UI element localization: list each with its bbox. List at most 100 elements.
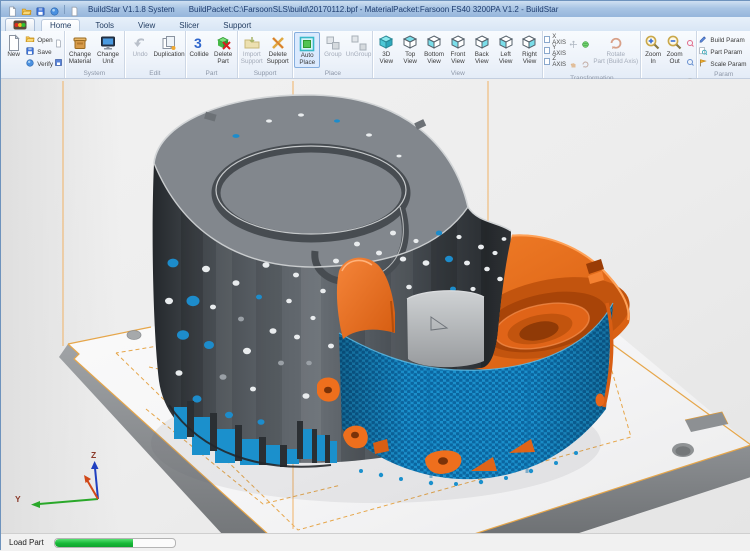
save-icon[interactable] [35, 4, 46, 15]
verify-icon [25, 55, 35, 73]
ribbon-tab-row: Home Tools View Slicer Support [1, 17, 750, 31]
button-label: 3D View [380, 52, 394, 66]
ribbon-group-place: Auto Place Group UnGroup Place [293, 31, 373, 78]
checkbox-box[interactable] [544, 47, 550, 54]
button-label: Duplication [154, 52, 185, 59]
duplication-button[interactable]: Duplication [155, 32, 184, 59]
quick-access-toolbar [1, 4, 80, 15]
sphere-icon[interactable] [581, 36, 591, 54]
import-support-icon [243, 33, 261, 52]
mini-save-icon[interactable] [54, 54, 63, 72]
front-view-button[interactable]: Front View [446, 32, 470, 66]
button-label: New [7, 52, 20, 59]
unit-icon [99, 33, 117, 52]
ribbon-group-support: Import SupportDelete Support Support [238, 31, 294, 78]
button-label: Change Material [69, 52, 91, 66]
checkbox-z-axis[interactable]: Z AXIS [544, 57, 567, 66]
zoom-in-button[interactable]: Zoom In [642, 32, 664, 66]
application-window: BuildStar V1.1.8 System BuildPacket:C:\Fa… [0, 0, 750, 550]
status-label: Load Part [9, 538, 44, 547]
undo-button[interactable]: Undo [126, 32, 155, 59]
open-folder-icon[interactable] [21, 4, 32, 15]
import-support-button[interactable]: Import Support [239, 32, 265, 66]
viewport-3d[interactable]: Z Y [1, 79, 750, 533]
rotate-part-build-axis--button[interactable]: Rotate Part (Build Axis) [592, 32, 639, 66]
left-view-button[interactable]: Left View [494, 32, 518, 66]
group-label-support: Support [239, 69, 292, 78]
application-menu-button[interactable] [5, 18, 35, 31]
group-label-view: View [374, 69, 541, 78]
new-icon [5, 33, 23, 52]
change-material-button[interactable]: Change Material [66, 32, 94, 66]
button-label: Left View [499, 52, 513, 66]
bottom-view-button[interactable]: Bottom View [422, 32, 446, 66]
delete-part-button[interactable]: Delete Part [211, 32, 235, 66]
zoom-fit-icon[interactable] [686, 54, 695, 72]
rotate-icon[interactable] [581, 56, 591, 74]
tab-slicer[interactable]: Slicer [170, 19, 208, 31]
verify-button[interactable]: Verify [25, 58, 53, 70]
right-view-button[interactable]: Right View [518, 32, 542, 66]
about-icon[interactable] [49, 4, 60, 15]
mini-new-icon[interactable] [54, 35, 63, 53]
button-label: Auto Place [299, 53, 315, 67]
auto-place-button[interactable]: Auto Place [294, 32, 320, 68]
group-label-part: Part [187, 69, 236, 78]
button-label: Zoom In [645, 52, 661, 66]
delete-support-icon [269, 33, 287, 52]
tab-tools[interactable]: Tools [86, 19, 123, 31]
duplication-icon [160, 33, 178, 52]
new-document-icon[interactable] [7, 4, 18, 15]
group-label-place: Place [294, 69, 371, 78]
collide-icon: 3 [190, 33, 208, 52]
traffic-light-icon [13, 20, 27, 30]
ungroup-button[interactable]: UnGroup [346, 32, 372, 59]
undo-icon [131, 33, 149, 52]
ribbon-toolbar: NewOpenSaveVerifyFileChange MaterialChan… [1, 31, 750, 79]
new-button[interactable]: New [2, 32, 25, 59]
checkbox-box[interactable] [544, 36, 550, 43]
button-label: Change Unit [97, 52, 119, 66]
button-label: Top View [403, 52, 417, 66]
title-bar: BuildStar V1.1.8 System BuildPacket:C:\Fa… [1, 1, 750, 17]
checkbox-box[interactable] [544, 58, 550, 65]
material-icon [71, 33, 89, 52]
zoom-out-button[interactable]: Zoom Out [664, 32, 686, 66]
button-label: Collide [190, 52, 209, 59]
group-icon [324, 33, 342, 52]
cube-3d-icon [377, 33, 395, 52]
hand-icon[interactable] [569, 56, 579, 74]
back-view-button[interactable]: Back View [470, 32, 494, 66]
checkbox-x-axis[interactable]: X AXIS [544, 35, 567, 44]
cube-front-icon [449, 33, 467, 52]
checkbox-y-axis[interactable]: Y AXIS [544, 46, 567, 55]
change-unit-button[interactable]: Change Unit [94, 32, 122, 66]
qat-separator [64, 5, 65, 14]
button-label: Front View [451, 52, 466, 66]
window-title: BuildStar V1.1.8 System BuildPacket:C:\Fa… [88, 5, 558, 14]
3d-view-button[interactable]: 3D View [374, 32, 398, 66]
top-view-button[interactable]: Top View [398, 32, 422, 66]
ribbon-group-param: Build ParamPart ParamScale ParamParam [697, 31, 750, 78]
customize-toolbar-icon[interactable] [69, 4, 80, 15]
svg-text:3: 3 [194, 35, 202, 51]
tab-support[interactable]: Support [214, 19, 260, 31]
document-title: BuildPacket:C:\FarsoonSLS\build\20170112… [189, 5, 559, 14]
tab-home[interactable]: Home [41, 19, 80, 31]
tab-view[interactable]: View [129, 19, 164, 31]
zoom-select-icon[interactable] [686, 35, 695, 53]
button-label: Zoom Out [667, 52, 683, 66]
scale-param-button[interactable]: Scale Param [698, 58, 746, 70]
move-icon[interactable] [569, 36, 579, 54]
delete-support-button[interactable]: Delete Support [265, 32, 291, 66]
button-label: Bottom View [424, 52, 444, 66]
app-title: BuildStar V1.1.8 System [88, 5, 175, 14]
cube-right-icon [520, 33, 538, 52]
ribbon-group-transformation: X AXIS Y AXIS Z AXIS Rotate Part (Build Axi… [543, 31, 641, 78]
button-label: Save [37, 49, 51, 56]
button-label: Open [37, 37, 52, 44]
group-button[interactable]: Group [320, 32, 346, 59]
rotate-part-icon [607, 33, 625, 52]
button-label: Group [324, 52, 342, 59]
collide-button[interactable]: 3Collide [187, 32, 211, 59]
